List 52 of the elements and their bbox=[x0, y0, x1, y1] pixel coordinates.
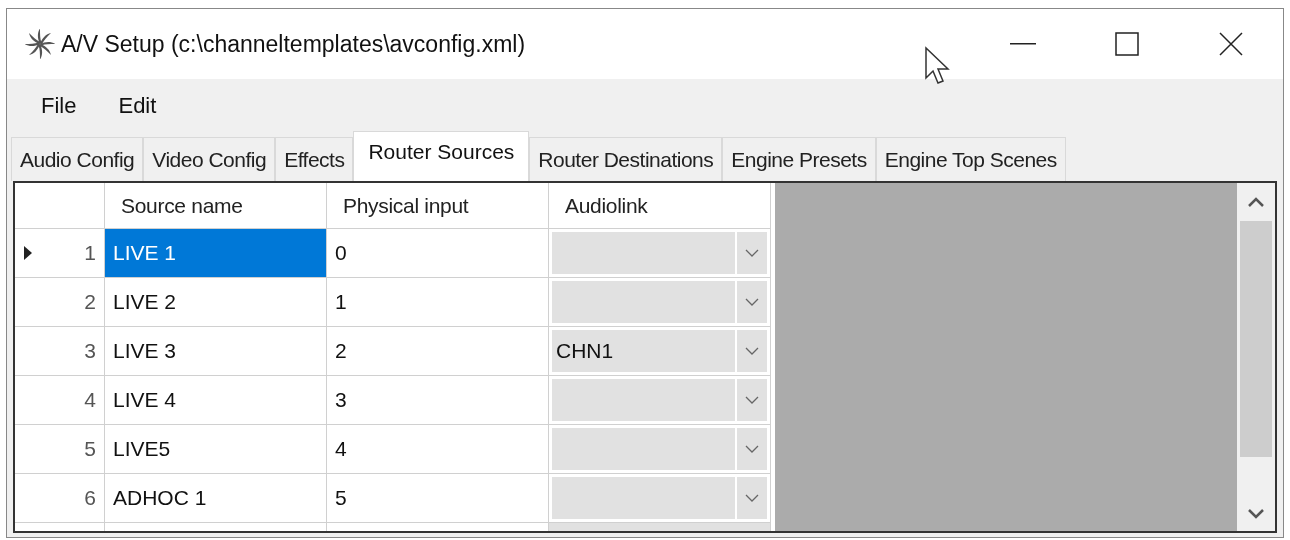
close-icon bbox=[1219, 32, 1243, 56]
maximize-icon bbox=[1115, 32, 1139, 56]
window-title: A/V Setup (c:\channeltemplates\avconfig.xml) bbox=[61, 29, 526, 59]
table-cell[interactable]: LIVE 3 bbox=[105, 327, 327, 376]
audiolink-dropdown[interactable] bbox=[552, 232, 767, 274]
table-cell[interactable]: LIVE 2 bbox=[105, 278, 327, 327]
tab[interactable]: Effects bbox=[275, 137, 354, 181]
minimize-icon bbox=[1010, 43, 1036, 45]
tab[interactable]: Audio Config bbox=[11, 137, 144, 181]
audiolink-dropdown[interactable] bbox=[552, 477, 767, 519]
row-number: 5 bbox=[84, 436, 96, 463]
chevron-down-icon bbox=[745, 396, 759, 404]
audiolink-dropdown[interactable] bbox=[552, 281, 767, 323]
tab[interactable]: Engine Presets bbox=[722, 137, 876, 181]
tab[interactable]: Router Destinations bbox=[529, 137, 723, 181]
audiolink-dropdown[interactable] bbox=[549, 523, 771, 531]
chevron-down-icon bbox=[745, 298, 759, 306]
column-header[interactable]: Physical input bbox=[327, 183, 549, 229]
table-cell[interactable]: LIVE5 bbox=[105, 425, 327, 474]
chevron-down-icon bbox=[745, 249, 759, 257]
row-number: 2 bbox=[84, 289, 96, 316]
dropdown-value: CHN1 bbox=[556, 338, 614, 365]
tab[interactable]: Router Sources bbox=[353, 131, 530, 181]
menu-item[interactable]: File bbox=[31, 88, 87, 122]
table-cell[interactable]: 2 bbox=[327, 327, 549, 376]
column-header[interactable]: Audiolink bbox=[549, 183, 771, 229]
row-number: 1 bbox=[84, 240, 96, 267]
tab[interactable]: Engine Top Scenes bbox=[875, 137, 1066, 181]
audiolink-dropdown[interactable]: CHN1 bbox=[552, 330, 767, 372]
table-cell[interactable]: 5 bbox=[327, 474, 549, 523]
chevron-down-icon bbox=[745, 347, 759, 355]
table-cell[interactable]: LIVE 4 bbox=[105, 376, 327, 425]
table-cell[interactable]: 4 bbox=[327, 425, 549, 474]
vertical-scrollbar[interactable] bbox=[1237, 183, 1275, 531]
scroll-up-icon bbox=[1248, 197, 1264, 207]
row-number: 6 bbox=[84, 485, 96, 512]
row-number: 4 bbox=[84, 387, 96, 414]
app-logo-icon bbox=[25, 29, 55, 59]
table-cell[interactable]: ADHOC 1 bbox=[105, 474, 327, 523]
table-cell[interactable]: 0 bbox=[327, 229, 549, 278]
table-cell[interactable]: 3 bbox=[327, 376, 549, 425]
audiolink-dropdown[interactable] bbox=[552, 379, 767, 421]
table-cell[interactable]: 1 bbox=[327, 278, 549, 327]
chevron-down-icon bbox=[745, 445, 759, 453]
tab[interactable]: Video Config bbox=[143, 137, 276, 181]
row-number: 3 bbox=[84, 338, 96, 365]
audiolink-dropdown[interactable] bbox=[552, 428, 767, 470]
chevron-down-icon bbox=[745, 494, 759, 502]
menu-item[interactable]: Edit bbox=[108, 88, 167, 122]
table-cell[interactable]: LIVE 1 bbox=[105, 229, 327, 278]
scrollbar-thumb[interactable] bbox=[1240, 221, 1272, 457]
scroll-down-icon bbox=[1248, 509, 1264, 519]
